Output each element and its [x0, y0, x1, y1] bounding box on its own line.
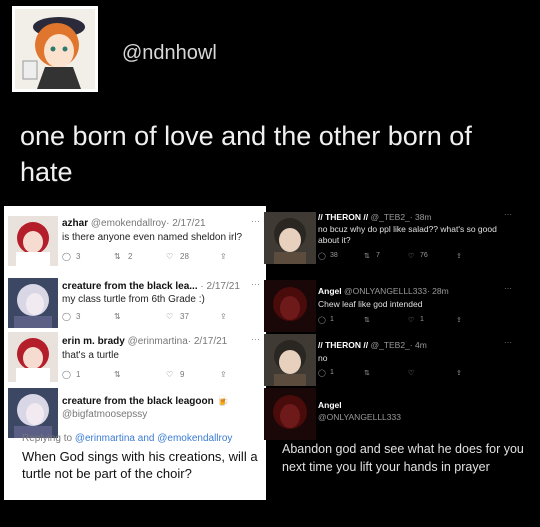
avatar[interactable] — [8, 332, 58, 382]
retweet-icon[interactable]: ⇅ — [114, 252, 121, 261]
tweet-text: Chew leaf like god intended — [318, 299, 423, 309]
tweet[interactable]: azhar @emokendallroy· 2/17/21 ··· is the… — [4, 212, 266, 274]
tweet[interactable]: // THERON // @_TEB2_· 4m ··· no ◯ 1 ⇅ ♡ ⇪ — [264, 332, 536, 386]
reply-count: 3 — [76, 312, 81, 321]
heart-icon[interactable]: ♡ — [408, 369, 414, 377]
tweet-author[interactable]: Angel — [318, 400, 342, 410]
reply-count: 1 — [330, 369, 334, 376]
left-tweet-thread: azhar @emokendallroy· 2/17/21 ··· is the… — [4, 206, 266, 500]
share-icon[interactable]: ⇪ — [456, 369, 462, 377]
tweet-handle[interactable]: @erinmartina — [128, 336, 188, 347]
tweet-date: · 2/17/21 — [187, 336, 228, 347]
tweet-author[interactable]: Angel — [318, 286, 342, 296]
heart-icon[interactable]: ♡ — [408, 252, 414, 260]
tweet-text: no bcuz why do ppl like salad?? what's s… — [318, 224, 497, 245]
more-icon[interactable]: ··· — [504, 210, 512, 219]
reply-count: 1 — [76, 370, 81, 379]
reply-icon[interactable]: ◯ — [318, 316, 326, 324]
tweet-author[interactable]: creature from the black lea... — [62, 281, 198, 292]
avatar[interactable] — [264, 334, 316, 386]
tweet-text: is there anyone even named sheldon irl? — [62, 232, 243, 243]
tweet-text: my class turtle from 6th Grade :) — [62, 294, 205, 305]
tweet-handle[interactable]: @bigfatmoosepssy — [62, 409, 147, 420]
profile-handle[interactable]: @ndnhowl — [122, 42, 217, 65]
avatar[interactable] — [264, 388, 316, 440]
avatar[interactable] — [264, 212, 316, 264]
tweet-date: · 2/17/21 — [200, 281, 240, 292]
more-icon[interactable]: ··· — [251, 334, 260, 344]
tweet-date: · 38m — [409, 212, 432, 222]
share-icon[interactable]: ⇪ — [220, 252, 227, 261]
more-icon[interactable]: ··· — [504, 338, 512, 347]
replying-prefix: Replying to — [22, 433, 73, 444]
like-count: 9 — [180, 370, 185, 379]
reply-tweet[interactable]: creature from the black leagoon 🍺 @bigfa… — [4, 384, 266, 500]
reply-icon[interactable]: ◯ — [62, 370, 71, 379]
more-icon[interactable]: ··· — [251, 216, 260, 226]
reply-icon[interactable]: ◯ — [62, 312, 71, 321]
more-icon[interactable]: ··· — [504, 284, 512, 293]
tweet-text: no — [318, 353, 328, 363]
tweet-date: · 4m — [409, 340, 427, 350]
tweet[interactable]: Angel @ONLYANGELLL333· 28m ··· Chew leaf… — [264, 276, 536, 332]
retweet-count: 7 — [376, 252, 380, 259]
like-count: 28 — [180, 252, 189, 261]
beer-emoji: 🍺 — [216, 396, 229, 407]
profile-avatar[interactable] — [12, 6, 98, 92]
retweet-count: 2 — [128, 252, 133, 261]
tweet[interactable]: Angel @ONLYANGELLL333 — [264, 386, 536, 440]
replying-to: Replying to @erinmartina and @emokendall… — [22, 433, 232, 444]
avatar[interactable] — [264, 280, 316, 332]
tweet[interactable]: // THERON // @_TEB2_· 38m ··· no bcuz wh… — [264, 208, 536, 270]
share-icon[interactable]: ⇪ — [456, 316, 462, 324]
tweet-author[interactable]: // THERON // — [318, 340, 368, 350]
tweet-handle[interactable]: @ONLYANGELLL333 — [318, 412, 401, 422]
reply-count: 3 — [76, 252, 81, 261]
retweet-icon[interactable]: ⇅ — [114, 312, 121, 321]
reply-count: 1 — [330, 316, 334, 323]
retweet-icon[interactable]: ⇅ — [364, 316, 370, 324]
tweet-handle[interactable]: @_TEB2_ — [370, 340, 409, 350]
tweet-handle[interactable]: @emokendallroy — [91, 218, 166, 229]
tweet-author[interactable]: // THERON // — [318, 212, 368, 222]
retweet-icon[interactable]: ⇅ — [114, 370, 121, 379]
share-icon[interactable]: ⇪ — [220, 370, 227, 379]
retweet-icon[interactable]: ⇅ — [364, 369, 370, 377]
heart-icon[interactable]: ♡ — [166, 370, 173, 379]
like-count: 1 — [420, 316, 424, 323]
more-icon[interactable]: ··· — [251, 279, 260, 289]
tweet-text: that's a turtle — [62, 350, 119, 361]
tweet-handle[interactable]: @ONLYANGELLL333 — [344, 286, 427, 296]
heart-icon[interactable]: ♡ — [166, 312, 173, 321]
tweet-author[interactable]: creature from the black leagoon — [62, 396, 214, 407]
tweet[interactable]: creature from the black lea... · 2/17/21… — [4, 272, 266, 332]
retweet-icon[interactable]: ⇅ — [364, 252, 370, 260]
share-icon[interactable]: ⇪ — [456, 252, 462, 260]
reply-icon[interactable]: ◯ — [318, 369, 326, 377]
heart-icon[interactable]: ♡ — [408, 316, 414, 324]
avatar[interactable] — [8, 388, 58, 438]
avatar[interactable] — [8, 278, 58, 328]
tweet-date: · 28m — [426, 286, 449, 296]
tweet-author[interactable]: erin m. brady — [62, 336, 125, 347]
tweet-date: · 2/17/21 — [166, 218, 206, 229]
reply-text: When God sings with his creations, will … — [22, 449, 258, 481]
avatar[interactable] — [8, 216, 58, 266]
share-icon[interactable]: ⇪ — [220, 312, 227, 321]
like-count: 37 — [180, 312, 189, 321]
like-count: 76 — [420, 252, 428, 259]
reply-icon[interactable]: ◯ — [318, 252, 326, 260]
reply-count: 38 — [330, 252, 338, 259]
post-caption: one born of love and the other born of h… — [20, 121, 472, 187]
replying-users[interactable]: @erinmartina and @emokendallroy — [75, 433, 233, 444]
heart-icon[interactable]: ♡ — [166, 252, 173, 261]
reply-text: Abandon god and see what he does for you… — [282, 442, 524, 474]
tweet-handle[interactable]: @_TEB2_ — [370, 212, 409, 222]
tweet[interactable]: erin m. brady @erinmartina· 2/17/21 ··· … — [4, 328, 266, 386]
tweet-author[interactable]: azhar — [62, 218, 88, 229]
reply-icon[interactable]: ◯ — [62, 252, 71, 261]
